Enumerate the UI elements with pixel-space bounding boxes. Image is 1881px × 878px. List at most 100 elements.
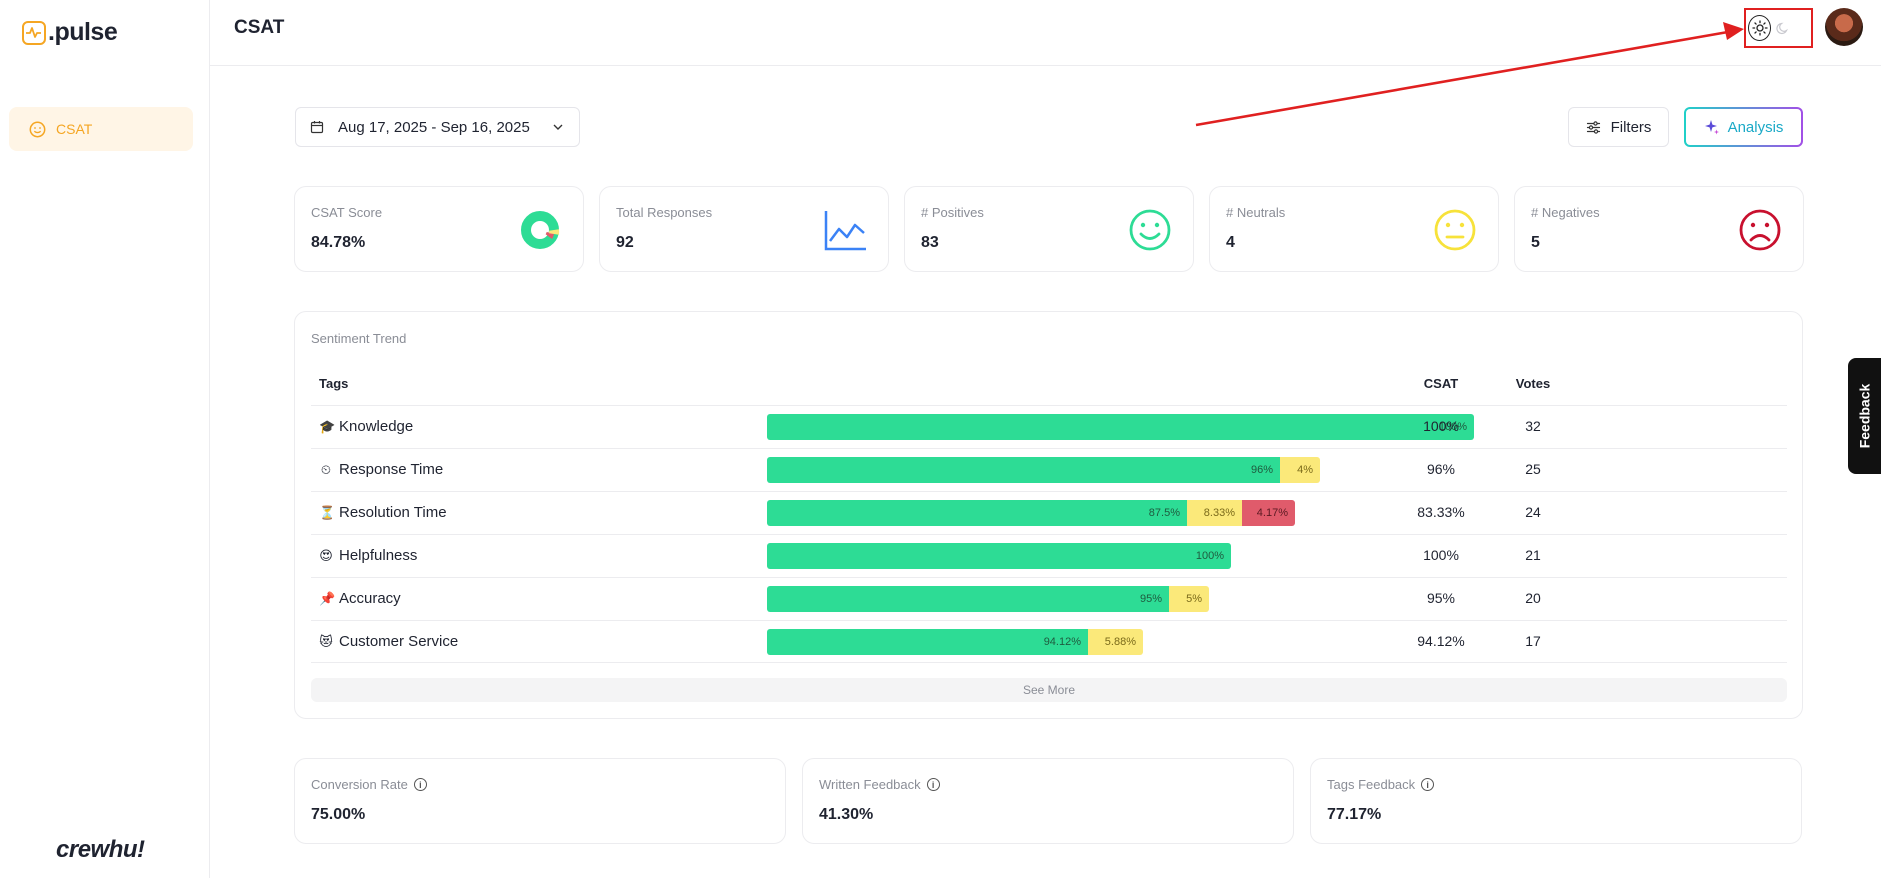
metric-label: Written Feedback i (819, 777, 1277, 792)
annotation-highlight-box (1744, 8, 1813, 48)
tag-label: Helpfulness (339, 547, 418, 564)
tag-label: Response Time (339, 461, 444, 478)
votes-cell: 25 (1525, 461, 1541, 477)
metric-label-text: Written Feedback (819, 777, 921, 792)
metric-value: 75.00% (311, 806, 366, 823)
column-header-votes: Votes (1515, 376, 1551, 391)
tag-cell: 🎓 Knowledge (319, 418, 413, 435)
positive-segment: 100% (767, 543, 1231, 569)
table-row[interactable]: 😻 Customer Service 94.12% 5.88% 94.12% 1… (311, 620, 1787, 663)
positive-segment: 96% (767, 457, 1280, 483)
neutral-segment: 4% (1280, 457, 1320, 483)
topbar: CSAT (210, 0, 1881, 66)
sentiment-bar: 100% (767, 543, 1231, 569)
feedback-tab[interactable]: Feedback (1848, 358, 1881, 474)
page-title: CSAT (234, 17, 285, 38)
metric-card-written-feedback: Written Feedback i 41.30% (802, 758, 1294, 844)
date-range-text: Aug 17, 2025 - Sep 16, 2025 (338, 118, 530, 136)
info-icon[interactable]: i (413, 778, 427, 791)
tag-label: Accuracy (339, 590, 401, 607)
tag-cell: ⏳ Resolution Time (319, 504, 447, 521)
sliders-icon (1586, 120, 1600, 134)
neutral-face-icon (1434, 209, 1476, 251)
votes-cell: 24 (1525, 504, 1541, 520)
tag-cell: 😻 Customer Service (319, 633, 458, 650)
table-row[interactable]: 🎓 Knowledge 100% 100% 32 (311, 405, 1787, 448)
info-icon[interactable]: i (926, 778, 940, 791)
sparkle-icon (1704, 120, 1719, 135)
table-row[interactable]: 📌 Accuracy 95% 5% 95% 20 (311, 577, 1787, 620)
tag-cell: 📌 Accuracy (319, 590, 401, 607)
sidebar-item-label: CSAT (56, 121, 93, 137)
graduation-cap-icon: 🎓 (319, 418, 336, 434)
timer-icon: ⏲ (320, 461, 332, 477)
pushpin-icon: 📌 (319, 590, 336, 606)
table-row[interactable]: ⏲ Response Time 96% 4% 96% 25 (311, 448, 1787, 491)
neutral-segment: 5.88% (1088, 629, 1143, 655)
info-icon[interactable]: i (1421, 778, 1435, 791)
positive-segment: 87.5% (767, 500, 1187, 526)
analysis-button[interactable]: Analysis (1684, 107, 1803, 147)
metric-value: 77.17% (1327, 806, 1382, 823)
stat-card-neutrals: # Neutrals 4 (1209, 186, 1499, 272)
metric-card-tags-feedback: Tags Feedback i 77.17% (1310, 758, 1802, 844)
filters-button[interactable]: Filters (1568, 107, 1669, 147)
calendar-icon (310, 121, 324, 134)
heart-eyes-icon: 😍 (319, 547, 333, 563)
sentiment-trend-title: Sentiment Trend (311, 331, 407, 346)
column-header-tags: Tags (319, 376, 349, 391)
app-logo[interactable]: .pulse (22, 18, 118, 47)
date-range-picker[interactable]: Aug 17, 2025 - Sep 16, 2025 (295, 107, 580, 147)
positive-segment: 100% (767, 414, 1474, 440)
sentiment-trend-card: Sentiment Trend Tags CSAT Votes 🎓 Knowle… (294, 311, 1803, 719)
tag-label: Resolution Time (339, 504, 447, 521)
metric-value: 41.30% (819, 806, 874, 823)
smile-icon (29, 121, 46, 137)
feedback-tab-label: Feedback (1856, 383, 1873, 449)
tag-cell: ⏲ Response Time (319, 461, 443, 478)
analysis-label: Analysis (1727, 118, 1784, 136)
stat-card-csat-score: CSAT Score 84.78% (294, 186, 584, 272)
neutral-segment: 5% (1169, 586, 1209, 612)
stat-card-negatives: # Negatives 5 (1514, 186, 1804, 272)
sentiment-bar: 94.12% 5.88% (767, 629, 1143, 655)
crewhu-logo: crewhu! (56, 836, 145, 863)
hourglass-icon: ⏳ (319, 504, 336, 520)
sidebar: .pulse CSAT crewhu! (0, 0, 210, 878)
table-row[interactable]: 😍 Helpfulness 100% 100% 21 (311, 534, 1787, 577)
see-more-button[interactable]: See More (311, 678, 1787, 702)
sidebar-item-csat[interactable]: CSAT (9, 107, 193, 151)
metric-label-text: Conversion Rate (311, 777, 408, 792)
negative-segment: 4.17% (1242, 500, 1295, 526)
votes-cell: 17 (1525, 633, 1541, 649)
sentiment-bar: 100% (767, 414, 1474, 440)
metric-label-text: Tags Feedback (1327, 777, 1416, 792)
line-chart-icon (824, 211, 866, 251)
metric-label: Conversion Rate i (311, 777, 769, 792)
sentiment-bar: 96% 4% (767, 457, 1320, 483)
sad-face-icon (1739, 209, 1781, 251)
tag-label: Knowledge (339, 418, 414, 435)
pulse-logo-icon (22, 20, 46, 45)
happy-face-icon (1129, 209, 1171, 251)
filters-label: Filters (1610, 118, 1652, 136)
table-row[interactable]: ⏳ Resolution Time 87.5% 8.33% 4.17% 83.3… (311, 491, 1787, 534)
positive-segment: 94.12% (767, 629, 1088, 655)
votes-cell: 32 (1525, 418, 1541, 434)
cat-heart-eyes-icon: 😻 (319, 633, 333, 649)
avatar[interactable] (1825, 8, 1863, 46)
chevron-down-icon (553, 124, 563, 130)
app-logo-text: .pulse (48, 18, 118, 46)
sentiment-bar: 95% 5% (767, 586, 1209, 612)
tag-label: Customer Service (339, 633, 459, 650)
sentiment-bar: 87.5% 8.33% 4.17% (767, 500, 1295, 526)
metric-label: Tags Feedback i (1327, 777, 1785, 792)
metric-card-conversion-rate: Conversion Rate i 75.00% (294, 758, 786, 844)
positive-segment: 95% (767, 586, 1169, 612)
votes-cell: 21 (1525, 547, 1541, 563)
donut-chart-icon (521, 211, 560, 249)
stat-card-total-responses: Total Responses 92 (599, 186, 889, 272)
neutral-segment: 8.33% (1187, 500, 1242, 526)
votes-cell: 20 (1525, 590, 1541, 606)
stat-card-positives: # Positives 83 (904, 186, 1194, 272)
